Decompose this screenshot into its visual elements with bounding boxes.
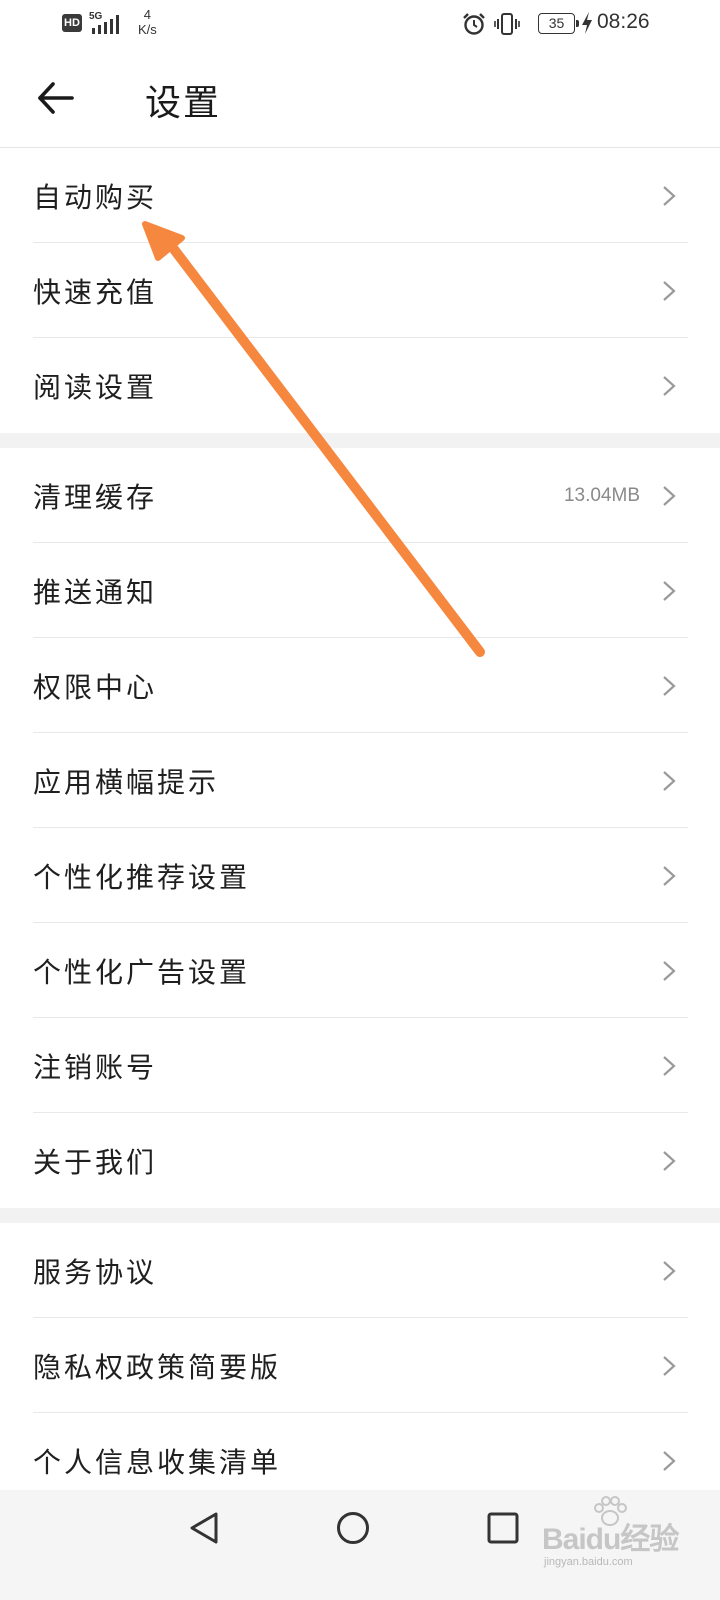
setting-label: 个性化广告设置: [33, 955, 251, 989]
clock: 08:26: [597, 10, 650, 33]
hd-badge: HD: [62, 14, 82, 32]
setting-label: 关于我们: [33, 1145, 158, 1179]
setting-label: 清理缓存: [33, 480, 158, 514]
chevron-right-icon: [663, 1260, 676, 1281]
setting-label: 个人信息收集清单: [33, 1445, 282, 1479]
setting-label: 服务协议: [33, 1255, 158, 1289]
speed-unit: K/s: [138, 22, 157, 37]
settings-section-1: 自动购买 快速充值 阅读设置: [0, 148, 720, 433]
setting-row-push-notifications[interactable]: 推送通知: [0, 543, 720, 638]
setting-row-clear-cache[interactable]: 清理缓存 13.04MB: [0, 448, 720, 543]
chevron-right-icon: [663, 1055, 676, 1076]
setting-row-app-banner-tips[interactable]: 应用横幅提示: [0, 733, 720, 828]
watermark-brand: Baidu经验: [542, 1523, 679, 1556]
setting-row-reading-settings[interactable]: 阅读设置: [0, 338, 720, 433]
setting-label: 快速充值: [33, 275, 158, 309]
charging-icon: [582, 12, 592, 34]
setting-row-quick-recharge[interactable]: 快速充值: [0, 243, 720, 338]
setting-row-personalized-ads[interactable]: 个性化广告设置: [0, 923, 720, 1018]
chevron-right-icon: [663, 280, 676, 301]
watermark-url: jingyan.baidu.com: [544, 1556, 633, 1568]
alarm-icon: [463, 13, 485, 35]
setting-label: 推送通知: [33, 575, 158, 609]
chevron-right-icon: [663, 485, 676, 506]
setting-label: 阅读设置: [33, 370, 158, 404]
chevron-right-icon: [663, 1150, 676, 1171]
setting-row-privacy-policy-brief[interactable]: 隐私权政策简要版: [0, 1318, 720, 1413]
chevron-right-icon: [663, 865, 676, 886]
setting-row-service-agreement[interactable]: 服务协议: [0, 1223, 720, 1318]
setting-row-personalized-recommendation[interactable]: 个性化推荐设置: [0, 828, 720, 923]
setting-label: 隐私权政策简要版: [33, 1350, 282, 1384]
vibrate-icon: [494, 13, 520, 35]
page-title: 设置: [145, 83, 222, 124]
baidu-jingyan-watermark: Baidu经验 jingyan.baidu.com: [538, 1496, 718, 1578]
chevron-right-icon: [663, 960, 676, 981]
setting-label: 应用横幅提示: [33, 765, 220, 799]
signal-icon: [92, 15, 119, 34]
chevron-right-icon: [663, 770, 676, 791]
section-gap: [0, 433, 720, 448]
settings-section-3: 服务协议 隐私权政策简要版 个人信息收集清单: [0, 1223, 720, 1508]
cache-size-value: 13.04MB: [563, 484, 640, 506]
nav-back-icon[interactable]: [186, 1510, 222, 1546]
status-bar: HD 5G 4 K/s 35 08:26: [0, 0, 720, 48]
setting-row-permission-center[interactable]: 权限中心: [0, 638, 720, 733]
nav-home-icon[interactable]: [335, 1510, 371, 1546]
chevron-right-icon: [663, 675, 676, 696]
setting-row-about-us[interactable]: 关于我们: [0, 1113, 720, 1208]
chevron-right-icon: [663, 185, 676, 206]
setting-label: 个性化推荐设置: [33, 860, 251, 894]
chevron-right-icon: [663, 1355, 676, 1376]
setting-row-delete-account[interactable]: 注销账号: [0, 1018, 720, 1113]
chevron-right-icon: [663, 580, 676, 601]
chevron-right-icon: [663, 1450, 676, 1471]
section-gap: [0, 1208, 720, 1223]
battery-indicator: 35: [538, 13, 579, 34]
setting-label: 权限中心: [33, 670, 158, 704]
back-arrow-icon[interactable]: [36, 80, 76, 116]
setting-row-auto-purchase[interactable]: 自动购买: [0, 148, 720, 243]
setting-label: 注销账号: [33, 1050, 158, 1084]
speed-value: 4: [143, 7, 152, 22]
nav-recent-apps-icon[interactable]: [485, 1510, 521, 1546]
network-speed: 4 K/s: [138, 7, 157, 37]
setting-label: 自动购买: [33, 180, 158, 214]
settings-section-2: 清理缓存 13.04MB 推送通知 权限中心 应用横幅提示 个性化推荐设置 个性…: [0, 448, 720, 1208]
header: 设置: [0, 48, 720, 148]
chevron-right-icon: [663, 375, 676, 396]
